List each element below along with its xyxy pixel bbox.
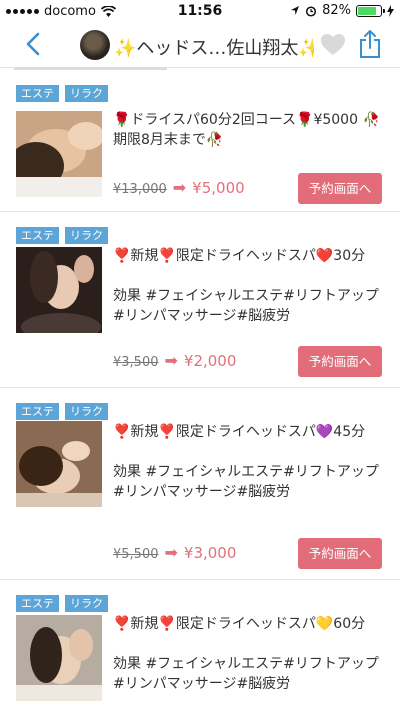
price-row: ¥3,500 ➡ ¥2,000 bbox=[113, 351, 236, 370]
item-body: 効果 #フェイシャルエステ#リフトアップ#リンパマッサージ#脳疲労 bbox=[113, 288, 379, 324]
share-icon[interactable] bbox=[359, 29, 381, 59]
tag-este: エステ bbox=[16, 227, 59, 244]
item-description: ❣️新規❣️限定ドライヘッドスパ💜45分 効果 #フェイシャルエステ#リフトアッ… bbox=[113, 422, 388, 502]
original-price: ¥3,500 bbox=[113, 355, 159, 370]
item-description: 🌹ドライスパ60分2回コース🌹¥5000 🥀期限8月末まで🥀 bbox=[113, 110, 388, 150]
status-bar: docomo 11:56 82% bbox=[0, 0, 400, 22]
tag-este: エステ bbox=[16, 403, 59, 420]
tag-group: エステ リラク bbox=[16, 227, 108, 244]
item-thumbnail bbox=[16, 247, 102, 333]
tag-relax: リラク bbox=[65, 85, 108, 102]
item-body: 効果 #フェイシャルエステ#リフトアップ#リンパマッサージ#脳疲労 bbox=[113, 464, 379, 500]
list-item[interactable]: エステ リラク ❣️新規❣️限定ドライヘッドスパ💛60分 効果 #フェイシャルエ… bbox=[0, 580, 400, 720]
arrow-icon: ➡ bbox=[164, 543, 178, 562]
item-thumbnail bbox=[16, 421, 102, 507]
location-icon bbox=[291, 6, 300, 15]
price-row: ¥13,000 ➡ ¥5,000 bbox=[113, 178, 245, 197]
battery-icon bbox=[356, 4, 385, 17]
item-title: ❣️新規❣️限定ドライヘッドスパ💜45分 bbox=[113, 424, 366, 440]
original-price: ¥13,000 bbox=[113, 182, 167, 197]
original-price: ¥5,500 bbox=[113, 547, 159, 562]
item-thumbnail bbox=[16, 615, 102, 701]
arrow-icon: ➡ bbox=[172, 178, 187, 197]
nav-bar: ✨ヘッドス…佐山翔太✨ bbox=[0, 22, 400, 70]
item-thumbnail bbox=[16, 111, 102, 197]
chevron-left-icon[interactable] bbox=[20, 30, 48, 58]
heart-icon[interactable] bbox=[320, 32, 346, 58]
tag-group: エステ リラク bbox=[16, 595, 108, 612]
reserve-button[interactable]: 予約画面へ bbox=[298, 538, 382, 569]
item-body: 効果 #フェイシャルエステ#リフトアップ#リンパマッサージ#脳疲労 bbox=[113, 656, 379, 692]
arrow-icon: ➡ bbox=[164, 351, 178, 370]
tag-relax: リラク bbox=[65, 227, 108, 244]
list-item[interactable]: エステ リラク ❣️新規❣️限定ドライヘッドスパ💜45分 効果 #フェイシャルエ… bbox=[0, 388, 400, 580]
item-description: ❣️新規❣️限定ドライヘッドスパ❤️30分 効果 #フェイシャルエステ#リフトア… bbox=[113, 246, 388, 326]
tag-este: エステ bbox=[16, 85, 59, 102]
tag-group: エステ リラク bbox=[16, 85, 108, 102]
page-title: ✨ヘッドス…佐山翔太✨ bbox=[114, 38, 314, 59]
tag-este: エステ bbox=[16, 595, 59, 612]
price-row: ¥5,500 ➡ ¥3,000 bbox=[113, 543, 236, 562]
item-description: ❣️新規❣️限定ドライヘッドスパ💛60分 効果 #フェイシャルエステ#リフトアッ… bbox=[113, 614, 388, 694]
list-item[interactable]: エステ リラク ❣️新規❣️限定ドライヘッドスパ❤️30分 効果 #フェイシャル… bbox=[0, 212, 400, 388]
tag-group: エステ リラク bbox=[16, 403, 108, 420]
sale-price: ¥5,000 bbox=[192, 179, 245, 197]
list-item[interactable]: エステ リラク 🌹ドライスパ60分2回コース🌹¥5000 🥀期限8月末まで🥀 ¥… bbox=[0, 70, 400, 212]
reserve-button[interactable]: 予約画面へ bbox=[298, 173, 382, 204]
sale-price: ¥3,000 bbox=[183, 544, 237, 562]
avatar bbox=[80, 30, 110, 60]
battery-percent: 82% bbox=[322, 3, 351, 18]
item-title: ❣️新規❣️限定ドライヘッドスパ💛60分 bbox=[113, 616, 366, 632]
menu-list: エステ リラク 🌹ドライスパ60分2回コース🌹¥5000 🥀期限8月末まで🥀 ¥… bbox=[0, 70, 400, 720]
item-title: 🌹ドライスパ60分2回コース🌹¥5000 🥀期限8月末まで🥀 bbox=[113, 112, 380, 148]
item-title: ❣️新規❣️限定ドライヘッドスパ❤️30分 bbox=[113, 248, 366, 264]
charging-icon bbox=[387, 4, 394, 17]
sale-price: ¥2,000 bbox=[183, 352, 237, 370]
tag-relax: リラク bbox=[65, 403, 108, 420]
tag-relax: リラク bbox=[65, 595, 108, 612]
alarm-icon bbox=[306, 5, 317, 17]
reserve-button[interactable]: 予約画面へ bbox=[298, 346, 382, 377]
